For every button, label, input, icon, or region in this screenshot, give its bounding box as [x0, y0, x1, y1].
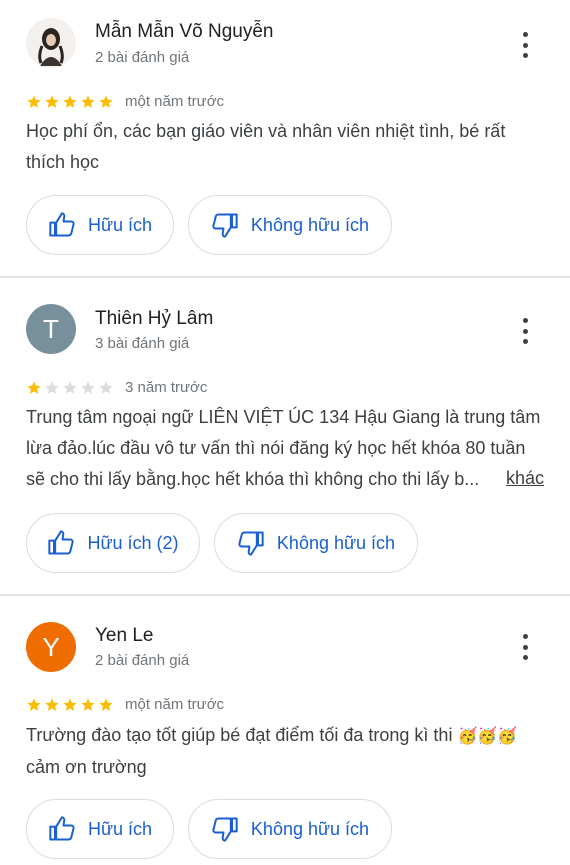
- reviewer-review-count: 3 bài đánh giá: [95, 335, 190, 352]
- star-filled-icon: [81, 698, 95, 711]
- avatar-letter: T: [43, 313, 59, 344]
- review-text: Học phí ổn, các bạn giáo viên và nhân vi…: [26, 116, 551, 178]
- helpful-label: Hữu ích: [87, 214, 153, 235]
- helpful-button[interactable]: Hữu ích: [26, 799, 174, 859]
- helpful-button[interactable]: Hữu ích (2): [26, 513, 200, 573]
- star-filled-icon: [27, 698, 41, 711]
- star-empty-icon: [81, 381, 95, 394]
- star-filled-icon: [45, 698, 59, 711]
- review-text-line: lừa đảo.lúc đầu vô tư vấn thì nói đăng k…: [26, 438, 526, 458]
- not-helpful-button[interactable]: Không hữu ích: [188, 195, 392, 255]
- avatar-letter: Y: [42, 631, 60, 662]
- star-empty-icon: [45, 381, 59, 394]
- star-filled-icon: [99, 698, 113, 711]
- review-text-line: cảm ơn trường: [26, 757, 147, 777]
- not-helpful-button[interactable]: Không hữu ích: [188, 799, 392, 859]
- star-rating: [26, 380, 114, 396]
- more-link[interactable]: khác: [506, 468, 544, 489]
- reviewer-review-count: 2 bài đánh giá: [95, 652, 190, 669]
- avatar[interactable]: Y: [26, 622, 76, 672]
- star-rating: [26, 697, 114, 713]
- star-filled-icon: [27, 381, 41, 394]
- more-options-icon[interactable]: [515, 634, 535, 660]
- thumbs-up-icon: [49, 212, 75, 237]
- party-emoji-icon: 🥳🥳🥳: [457, 728, 518, 745]
- star-filled-icon: [63, 95, 77, 108]
- thumbs-up-icon: [49, 816, 75, 841]
- star-filled-icon: [81, 95, 95, 108]
- not-helpful-label: Không hữu ích: [250, 818, 370, 839]
- review-text-line: sẽ cho thi lấy bằng.học hết khóa thì khô…: [26, 469, 480, 489]
- star-filled-icon: [99, 95, 113, 108]
- reviewer-name[interactable]: Thiên Hỷ Lâm: [95, 308, 213, 330]
- star-rating: [26, 94, 114, 110]
- thumbs-up-icon: [48, 530, 75, 555]
- more-options-icon[interactable]: [515, 318, 535, 344]
- star-filled-icon: [63, 698, 77, 711]
- helpful-button[interactable]: Hữu ích: [26, 195, 174, 255]
- reviewer-review-count: 2 bài đánh giá: [95, 49, 190, 66]
- divider: [0, 594, 570, 596]
- star-empty-icon: [99, 381, 113, 394]
- star-filled-icon: [27, 95, 41, 108]
- not-helpful-label: Không hữu ích: [250, 214, 370, 235]
- reviewer-name[interactable]: Yen Le: [95, 625, 153, 647]
- star-empty-icon: [63, 381, 77, 394]
- avatar[interactable]: [26, 18, 76, 68]
- review-text: Trường đào tạo tốt giúp bé đạt điểm tối …: [26, 720, 551, 783]
- more-options-icon[interactable]: [515, 32, 535, 58]
- thumbs-down-icon: [212, 817, 238, 842]
- review-text: Trung tâm ngoại ngữ LIÊN VIỆT ÚC 134 Hậu…: [26, 402, 551, 495]
- divider: [0, 276, 570, 278]
- thumbs-down-icon: [238, 531, 264, 556]
- star-filled-icon: [45, 95, 59, 108]
- review-date: 3 năm trước: [125, 379, 208, 396]
- review-text-line: Trung tâm ngoại ngữ LIÊN VIỆT ÚC 134 Hậu…: [26, 407, 541, 427]
- helpful-label: Hữu ích: [87, 818, 153, 839]
- review-text-line: Trường đào tạo tốt giúp bé đạt điểm tối …: [26, 720, 551, 752]
- review-text-line: thích học: [26, 152, 100, 172]
- reviewer-name[interactable]: Mẫn Mẫn Võ Nguyễn: [95, 21, 274, 43]
- thumbs-down-icon: [212, 213, 238, 238]
- review-text-line-content: Trường đào tạo tốt giúp bé đạt điểm tối …: [26, 725, 453, 745]
- review-text-line: Học phí ổn, các bạn giáo viên và nhân vi…: [26, 121, 506, 141]
- avatar[interactable]: T: [26, 304, 76, 354]
- not-helpful-label: Không hữu ích: [276, 532, 396, 553]
- avatar-photo-icon: [26, 18, 76, 68]
- review-date: một năm trước: [125, 93, 225, 110]
- not-helpful-button[interactable]: Không hữu ích: [214, 513, 418, 573]
- review-date: một năm trước: [125, 696, 225, 713]
- helpful-label: Hữu ích (2): [87, 532, 179, 553]
